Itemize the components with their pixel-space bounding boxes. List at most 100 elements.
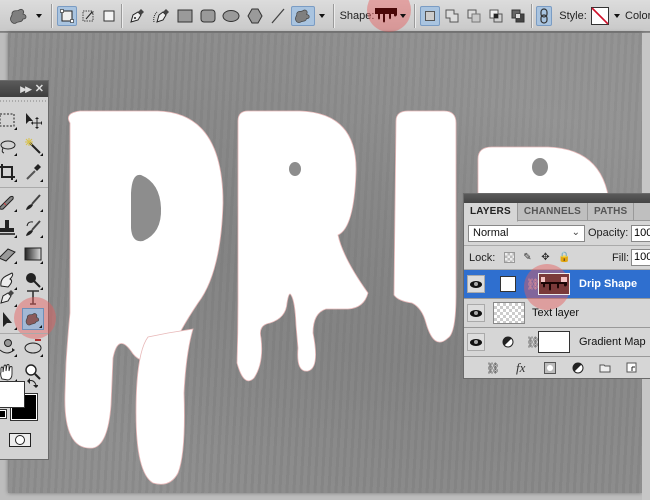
vector-mask-thumbnail[interactable] xyxy=(538,273,570,295)
link-style-button[interactable] xyxy=(536,6,552,26)
tool-preset-dropdown[interactable] xyxy=(35,6,43,26)
eraser-tool[interactable] xyxy=(0,243,18,265)
style-dropdown[interactable] xyxy=(613,6,621,26)
pen-tool-icon xyxy=(0,290,14,304)
path-selection-tool-icon xyxy=(3,312,12,327)
tools-panel-header[interactable]: ▶▶ ✕ xyxy=(0,81,48,97)
drip-shape-icon xyxy=(541,277,567,291)
color-label-wrap: Color: xyxy=(621,6,650,26)
line-tool-icon xyxy=(271,8,285,24)
healing-brush-tool[interactable] xyxy=(0,191,18,213)
tab-paths[interactable]: PATHS xyxy=(588,203,635,220)
crop-tool[interactable] xyxy=(0,161,18,183)
3d-rotate-tool[interactable] xyxy=(0,336,18,358)
new-group-icon[interactable] xyxy=(599,363,611,373)
new-layer-icon[interactable] xyxy=(626,362,637,373)
lasso-tool[interactable] xyxy=(0,135,18,157)
default-colors-icon[interactable] xyxy=(0,409,7,419)
brush-tool[interactable] xyxy=(22,191,44,213)
type-tool[interactable] xyxy=(22,286,44,308)
rectangle-tool-button[interactable] xyxy=(175,6,195,26)
magic-wand-tool[interactable] xyxy=(22,135,44,157)
vector-mask-color-thumbnail[interactable] xyxy=(500,276,516,292)
style-label-wrap: Style: xyxy=(557,6,589,26)
lock-transparent-pixels-icon[interactable] xyxy=(504,252,515,263)
lock-image-pixels-icon[interactable]: ✎ xyxy=(522,252,533,263)
line-tool-button[interactable] xyxy=(268,6,288,26)
shape-picker-dropdown[interactable] xyxy=(399,6,407,26)
polygon-tool-button[interactable] xyxy=(245,6,265,26)
fill-pixels-button[interactable] xyxy=(99,6,119,26)
tools-divider xyxy=(0,333,48,334)
opacity-input[interactable]: 100 xyxy=(631,225,650,242)
link-layers-icon[interactable]: ⛓ xyxy=(486,362,500,375)
pen-tool[interactable] xyxy=(0,286,18,308)
history-brush-tool[interactable] xyxy=(22,217,44,239)
clone-stamp-tool[interactable] xyxy=(0,217,18,239)
fx-icon[interactable]: fx xyxy=(516,360,525,376)
shape-picker[interactable] xyxy=(374,6,398,26)
path-selection-tool[interactable] xyxy=(0,309,18,331)
layer-thumbnail[interactable] xyxy=(493,302,525,324)
fill-label: Fill: xyxy=(612,252,630,264)
tab-layers[interactable]: LAYERS xyxy=(464,203,518,222)
layer-row[interactable]: ⛓ Drip Shape xyxy=(464,264,650,310)
letter-p-counter xyxy=(532,158,548,176)
paths-button[interactable] xyxy=(78,6,98,26)
exclude-overlapping-button[interactable] xyxy=(508,6,528,26)
layer-row[interactable]: Text layer xyxy=(464,299,650,328)
rounded-rectangle-tool-button[interactable] xyxy=(198,6,218,26)
eyedropper-tool[interactable] xyxy=(22,161,44,183)
blend-mode-value: Normal xyxy=(473,227,509,239)
move-tool[interactable] xyxy=(22,109,44,131)
type-tool-icon xyxy=(27,290,39,305)
lock-position-icon[interactable]: ✥ xyxy=(540,252,551,263)
hand-tool[interactable] xyxy=(0,361,18,383)
layer-mask-thumbnail[interactable] xyxy=(538,331,570,353)
add-mask-icon[interactable] xyxy=(544,362,556,374)
lock-all-icon[interactable]: 🔒 xyxy=(558,252,570,263)
visibility-toggle[interactable] xyxy=(467,275,485,293)
add-to-shape-area-button[interactable] xyxy=(442,6,462,26)
panel-grip[interactable] xyxy=(0,100,46,102)
link-icon xyxy=(540,8,548,24)
eye-icon xyxy=(470,309,482,317)
quick-mask-button[interactable] xyxy=(9,433,31,447)
tool-preset-picker[interactable] xyxy=(6,6,32,26)
fill-input[interactable]: 100 xyxy=(631,249,650,266)
add-to-shape-area-icon xyxy=(445,9,459,23)
freeform-pen-tool-icon xyxy=(153,9,169,23)
visibility-toggle[interactable] xyxy=(467,333,485,351)
close-icon[interactable]: ✕ xyxy=(35,82,44,95)
exclude-overlapping-shape-areas-icon xyxy=(511,9,525,23)
pen-tool-button[interactable] xyxy=(127,6,147,26)
swap-colors-icon[interactable] xyxy=(26,377,38,389)
tab-channels[interactable]: CHANNELS xyxy=(518,203,589,220)
shape-label: Shape: xyxy=(339,10,375,22)
rectangular-marquee-tool[interactable] xyxy=(0,109,18,131)
foreground-color-swatch[interactable] xyxy=(0,381,25,408)
3d-orbit-tool[interactable] xyxy=(22,336,44,358)
style-picker[interactable] xyxy=(590,6,610,26)
drawing-tools-dropdown[interactable] xyxy=(318,6,326,26)
freeform-pen-tool-button[interactable] xyxy=(151,6,171,26)
shape-layers-button[interactable] xyxy=(57,6,77,26)
layer-name: Text layer xyxy=(532,307,580,319)
pen-tool-icon xyxy=(130,9,144,23)
create-new-shape-layer-button[interactable] xyxy=(420,6,440,26)
visibility-toggle[interactable] xyxy=(467,304,485,322)
letter-r xyxy=(236,110,369,382)
layer-row[interactable]: ⛓ Gradient Map xyxy=(464,328,650,357)
custom-shape-tool[interactable] xyxy=(22,308,44,330)
ellipse-tool-button[interactable] xyxy=(221,6,241,26)
custom-shape-tool-button[interactable] xyxy=(291,6,315,26)
subtract-from-shape-area-button[interactable] xyxy=(464,6,484,26)
adjustment-layer-icon[interactable] xyxy=(572,362,584,374)
layers-panel-header[interactable] xyxy=(464,194,650,203)
custom-shape-tool-icon xyxy=(10,8,27,24)
color-label: Color: xyxy=(625,10,650,22)
intersect-shape-areas-button[interactable] xyxy=(486,6,506,26)
double-arrow-icon[interactable]: ▶▶ xyxy=(20,84,32,95)
blend-mode-select[interactable]: Normal ⌄ xyxy=(468,225,585,242)
gradient-tool[interactable] xyxy=(22,243,44,265)
